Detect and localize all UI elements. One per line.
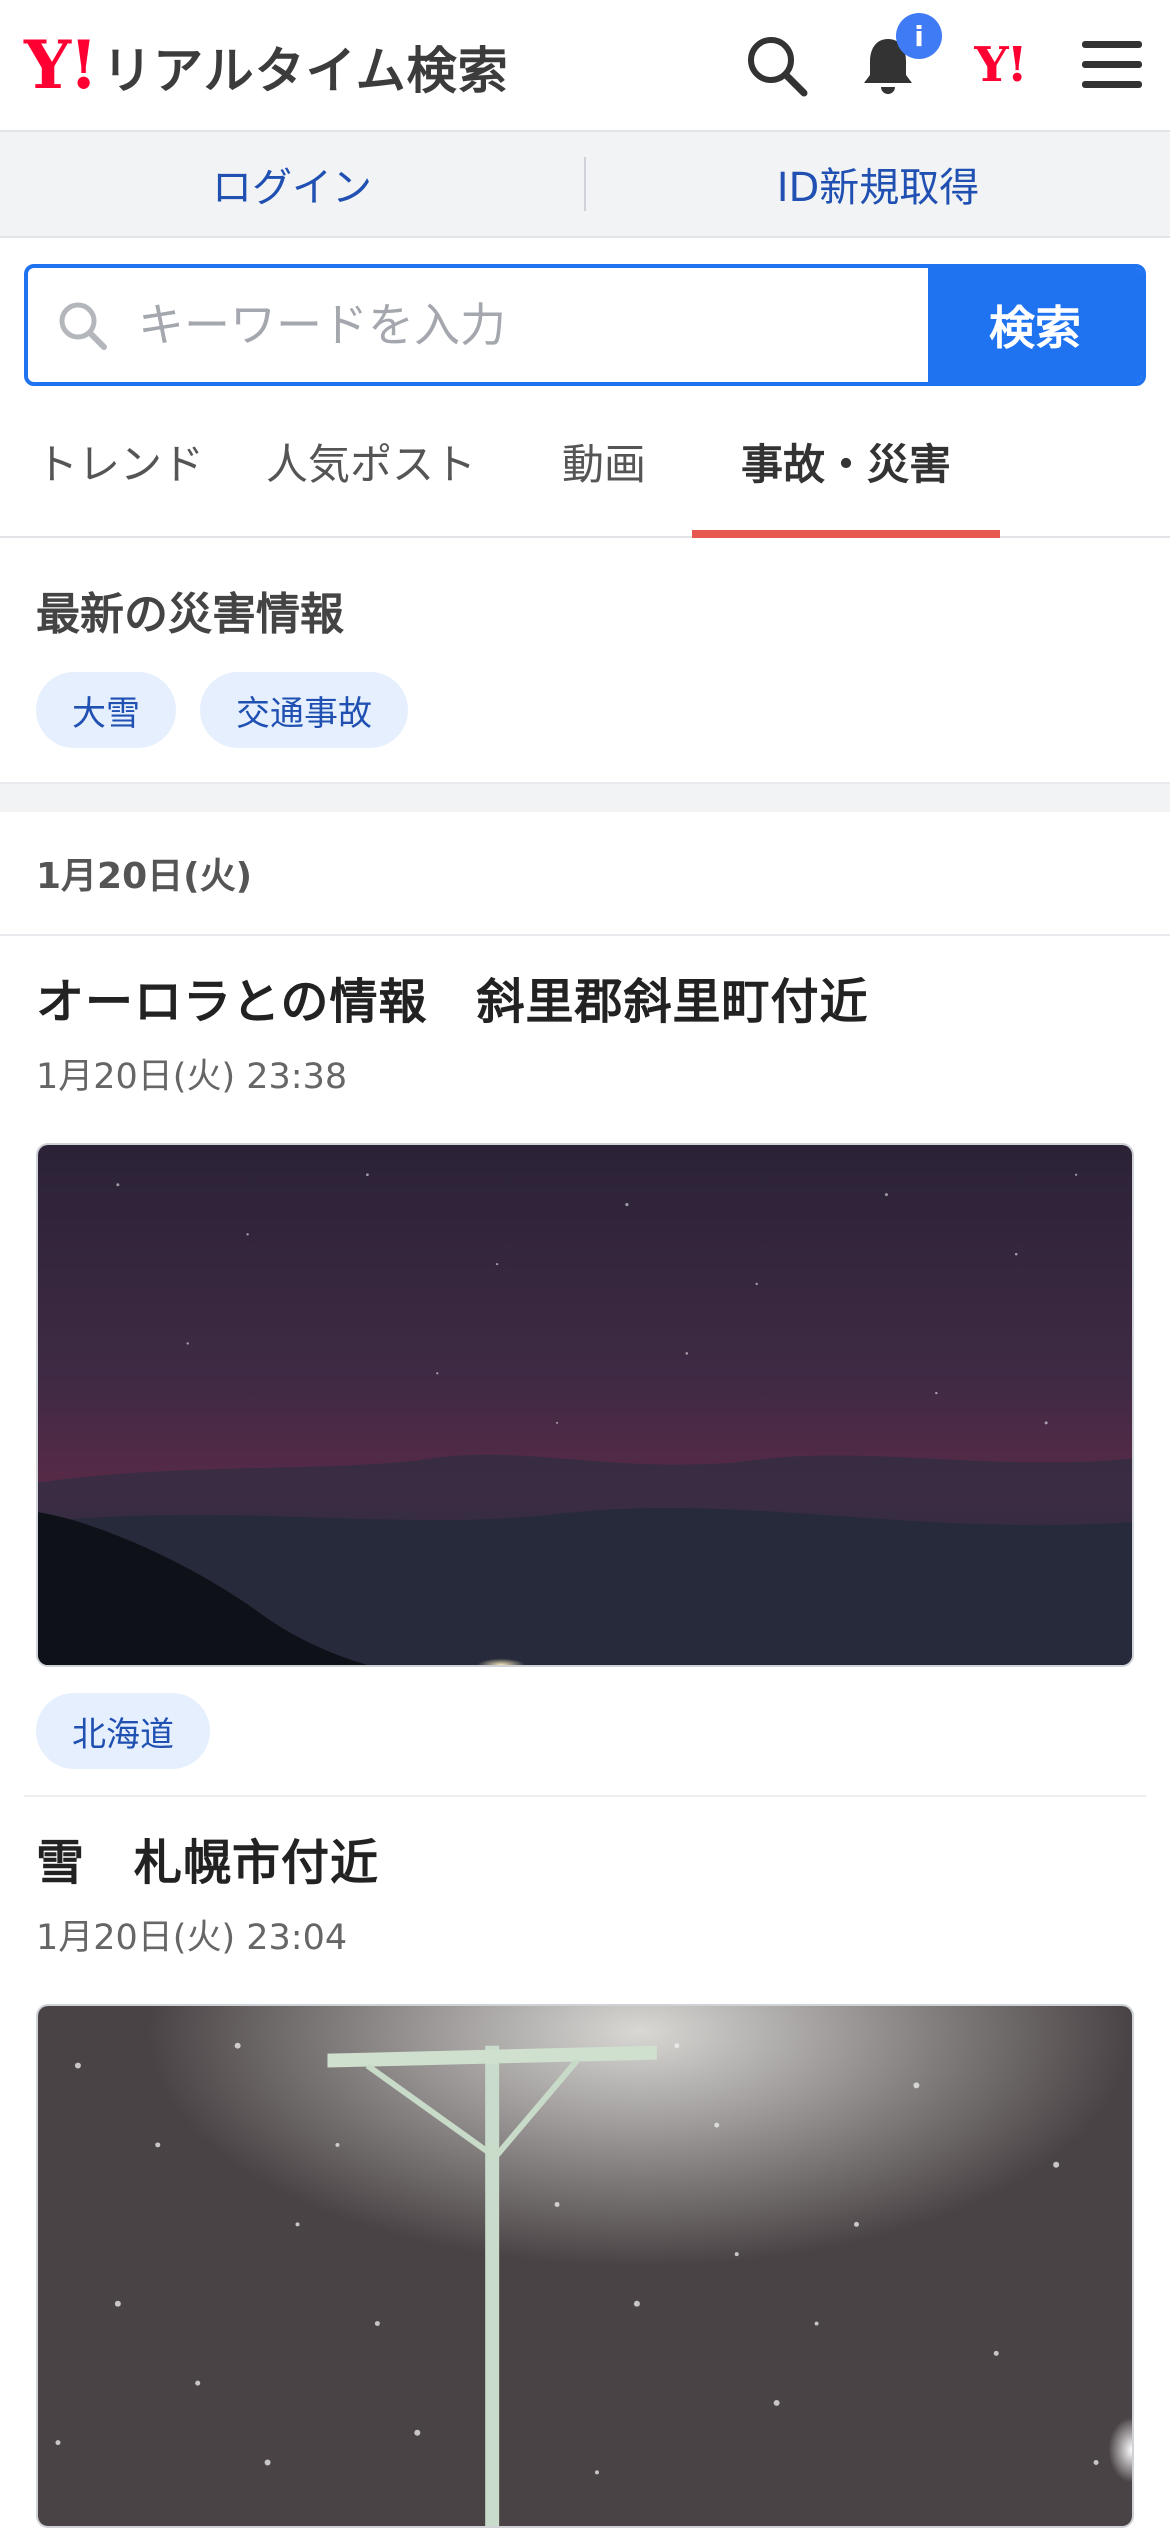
date-header: 1月20日(火) <box>0 812 1170 936</box>
snowfall-photo[interactable] <box>36 2004 1134 2528</box>
aurora-photo[interactable] <box>36 1143 1134 1667</box>
search-button[interactable]: 検索 <box>928 268 1142 382</box>
post-title[interactable]: オーロラとの情報 斜里郡斜里町付近 <box>36 962 1134 1032</box>
search-input[interactable] <box>136 297 928 353</box>
post-timestamp: 1月20日(火) 23:38 <box>36 1057 348 1097</box>
yahoo-logo-mark: Y! <box>24 26 98 104</box>
post-item[interactable]: オーロラとの情報 斜里郡斜里町付近 1月20日(火) 23:38 北海道 <box>0 936 1170 1769</box>
yahoo-mark-icon: Y! <box>974 37 1027 93</box>
yahoo-realtime-logo[interactable]: Y! リアルタイム検索 <box>24 26 509 104</box>
section-title: 最新の災害情報 <box>36 589 344 640</box>
search-icon[interactable] <box>742 31 810 99</box>
post-timestamp: 1月20日(火) 23:04 <box>36 1918 348 1958</box>
tab-videos[interactable]: 動画 <box>516 386 692 536</box>
chip-heavy-snow[interactable]: 大雪 <box>36 672 176 748</box>
register-link[interactable]: ID新規取得 <box>586 155 1170 213</box>
login-link[interactable]: ログイン <box>0 155 584 213</box>
post-title[interactable]: 雪 札幌市付近 <box>36 1823 1134 1893</box>
menu-icon[interactable] <box>1078 31 1146 99</box>
search-field-icon <box>59 302 107 350</box>
yahoo-top-link[interactable]: Y! <box>966 31 1034 99</box>
account-bar: ログイン ID新規取得 <box>0 132 1170 238</box>
chip-traffic-accident[interactable]: 交通事故 <box>200 672 408 748</box>
tab-accidents-disasters[interactable]: 事故・災害 <box>692 386 1000 538</box>
notification-bell-icon[interactable]: i <box>854 13 942 99</box>
section-separator <box>0 782 1170 812</box>
post-item[interactable]: 雪 札幌市付近 1月20日(火) 23:04 <box>0 1797 1170 2528</box>
latest-disaster-section: 最新の災害情報 大雪 交通事故 <box>0 538 1170 782</box>
tab-popular-posts[interactable]: 人気ポスト <box>226 386 516 536</box>
notification-badge: i <box>896 13 942 59</box>
tab-trend[interactable]: トレンド <box>36 386 226 536</box>
app-header: Y! リアルタイム検索 i Y! <box>0 0 1170 132</box>
category-tabs: トレンド 人気ポスト 動画 事故・災害 <box>0 386 1170 538</box>
search-box: 検索 <box>24 264 1146 386</box>
tag-hokkaido[interactable]: 北海道 <box>36 1693 210 1769</box>
logo-title: リアルタイム検索 <box>102 42 509 100</box>
